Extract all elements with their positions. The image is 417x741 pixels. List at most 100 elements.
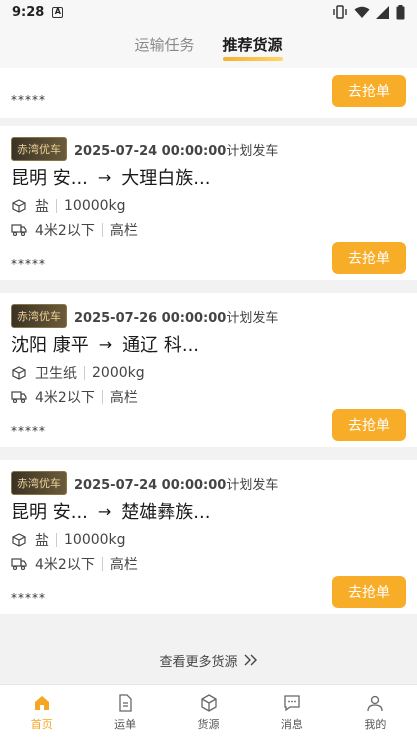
tabbar-label: 消息 <box>280 718 303 731</box>
divider <box>56 533 57 547</box>
divider <box>101 390 103 404</box>
departure-date: 2025-07-24 00:00:00 <box>74 143 227 159</box>
departure-suffix: 计划发车 <box>226 477 279 493</box>
truck-size: 4米2以下 <box>35 223 95 239</box>
departure-date: 2025-07-24 00:00:00 <box>74 477 227 493</box>
tabbar-label: 我的 <box>364 718 387 731</box>
tabbar-item-messages[interactable]: 消息 <box>250 685 333 741</box>
signal-icon <box>376 5 389 19</box>
user-icon <box>367 695 383 712</box>
departure-date: 2025-07-26 00:00:00 <box>74 310 227 326</box>
divider <box>84 366 85 380</box>
route-to: 楚雄彝族... <box>121 502 211 523</box>
route-arrow: → <box>97 167 112 187</box>
goods-weight: 2000kg <box>92 365 145 381</box>
carrier-badge: 赤湾优车 <box>11 471 67 495</box>
departure-time: 2025-07-26 00:00:00计划发车 <box>74 307 278 326</box>
goods-info: 盐 10000kg <box>11 196 126 216</box>
route-to: 大理白族... <box>121 168 211 189</box>
truck-icon <box>11 222 27 238</box>
stars: ***** <box>11 424 46 438</box>
route-arrow: → <box>98 334 113 354</box>
status-bar: 9:28 A <box>0 0 417 24</box>
departure-suffix: 计划发车 <box>226 310 279 326</box>
route-from: 沈阳 康平 <box>11 335 89 356</box>
card-header-row: 赤湾优车 2025-07-24 00:00:00计划发车 <box>11 137 278 161</box>
tab-recommended-cargo[interactable]: 推荐货源 <box>222 34 283 61</box>
route: 昆明 安... → 大理白族... <box>11 164 210 190</box>
stars: ***** <box>11 93 46 107</box>
truck-type: 高栏 <box>109 390 138 406</box>
route-arrow: → <box>97 501 112 521</box>
bottom-tab-bar: 首页 运单 货源 消息 我的 <box>0 684 417 741</box>
status-time: 9:28 <box>12 4 45 20</box>
battery-icon <box>396 4 405 19</box>
goods-info: 盐 10000kg <box>11 530 126 550</box>
truck-type: 高栏 <box>109 557 138 573</box>
route: 昆明 安... → 楚雄彝族... <box>11 498 210 524</box>
goods-name: 盐 <box>35 533 49 549</box>
route-to: 通辽 科... <box>122 335 200 356</box>
divider <box>56 199 57 213</box>
home-icon <box>34 696 49 710</box>
truck-type: 高栏 <box>109 223 138 239</box>
double-chevron-right-icon <box>244 654 257 666</box>
message-icon <box>284 695 300 712</box>
cube-icon <box>11 365 27 381</box>
box-icon <box>200 694 217 712</box>
cargo-card: ***** 去抢单 <box>0 68 417 118</box>
notification-icon: A <box>52 6 64 18</box>
departure-time: 2025-07-24 00:00:00计划发车 <box>74 140 278 159</box>
cargo-card[interactable]: 赤湾优车 2025-07-26 00:00:00计划发车 沈阳 康平 → 通辽 … <box>0 293 417 447</box>
cargo-list: ***** 去抢单 赤湾优车 2025-07-24 00:00:00计划发车 昆… <box>0 68 417 684</box>
tabbar-label: 首页 <box>30 718 53 731</box>
carrier-badge: 赤湾优车 <box>11 137 67 161</box>
view-more-label: 查看更多货源 <box>159 654 238 670</box>
wifi-icon <box>354 6 370 18</box>
card-header-row: 赤湾优车 2025-07-24 00:00:00计划发车 <box>11 471 278 495</box>
tabbar-label: 运单 <box>114 718 137 731</box>
goods-name: 盐 <box>35 199 49 215</box>
truck-info: 4米2以下 高栏 <box>11 220 138 240</box>
vibrate-icon <box>333 5 347 19</box>
goods-weight: 10000kg <box>64 198 126 214</box>
tabbar-item-home[interactable]: 首页 <box>0 685 83 741</box>
grab-order-button[interactable]: 去抢单 <box>332 576 406 608</box>
card-header-row: 赤湾优车 2025-07-26 00:00:00计划发车 <box>11 304 278 328</box>
truck-info: 4米2以下 高栏 <box>11 554 138 574</box>
grab-order-button[interactable]: 去抢单 <box>332 242 406 274</box>
cube-icon <box>11 198 27 214</box>
departure-time: 2025-07-24 00:00:00计划发车 <box>74 474 278 493</box>
document-icon <box>119 694 132 712</box>
divider <box>101 557 103 571</box>
grab-order-button[interactable]: 去抢单 <box>332 409 406 441</box>
truck-info: 4米2以下 高栏 <box>11 387 138 407</box>
stars: ***** <box>11 591 46 605</box>
route: 沈阳 康平 → 通辽 科... <box>11 331 199 357</box>
cargo-card[interactable]: 赤湾优车 2025-07-24 00:00:00计划发车 昆明 安... → 楚… <box>0 460 417 614</box>
grab-order-button[interactable]: 去抢单 <box>332 75 406 107</box>
tabbar-item-waybill[interactable]: 运单 <box>83 685 166 741</box>
goods-weight: 10000kg <box>64 532 126 548</box>
cargo-card[interactable]: 赤湾优车 2025-07-24 00:00:00计划发车 昆明 安... → 大… <box>0 126 417 280</box>
tabbar-label: 货源 <box>197 718 220 731</box>
tabbar-item-profile[interactable]: 我的 <box>334 685 417 741</box>
view-more-link[interactable]: 查看更多货源 <box>0 636 417 684</box>
route-from: 昆明 安... <box>11 168 88 189</box>
cube-icon <box>11 532 27 548</box>
status-icons <box>332 4 405 20</box>
goods-name: 卫生纸 <box>35 366 77 382</box>
tab-transport-tasks[interactable]: 运输任务 <box>134 34 194 59</box>
truck-size: 4米2以下 <box>35 557 95 573</box>
carrier-badge: 赤湾优车 <box>11 304 67 328</box>
truck-size: 4米2以下 <box>35 390 95 406</box>
divider <box>101 223 103 237</box>
truck-icon <box>11 556 27 572</box>
top-tabs: 运输任务 推荐货源 <box>0 24 417 68</box>
route-from: 昆明 安... <box>11 502 88 523</box>
goods-info: 卫生纸 2000kg <box>11 363 145 383</box>
tabbar-item-cargo[interactable]: 货源 <box>167 685 250 741</box>
truck-icon <box>11 389 27 405</box>
stars: ***** <box>11 257 46 271</box>
departure-suffix: 计划发车 <box>226 143 279 159</box>
